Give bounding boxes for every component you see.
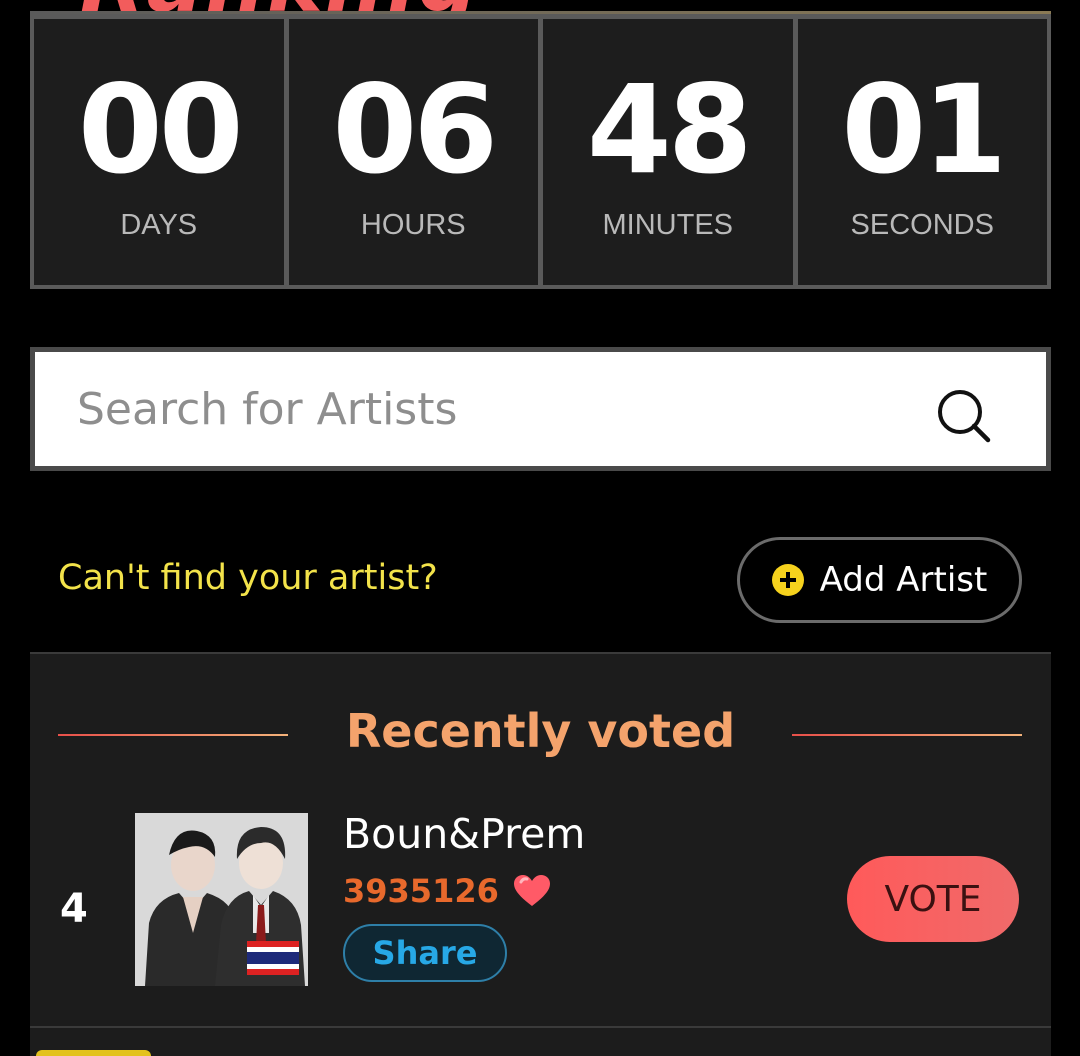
- share-button[interactable]: Share: [343, 924, 507, 982]
- days-value: 00: [77, 59, 244, 201]
- countdown-minutes: 48 MINUTES: [543, 19, 793, 285]
- vote-count-value: 3935126: [343, 872, 499, 910]
- thailand-flag-icon: [247, 941, 299, 975]
- countdown-seconds: 01 SECONDS: [797, 19, 1047, 285]
- vote-button[interactable]: VOTE: [847, 856, 1019, 942]
- minutes-label: MINUTES: [602, 209, 734, 241]
- artist-name: Boun&Prem: [343, 810, 586, 858]
- vote-count: 3935126: [343, 872, 551, 910]
- recently-voted-title: Recently voted: [345, 704, 736, 758]
- add-artist-button[interactable]: Add Artist: [737, 537, 1022, 623]
- search-input[interactable]: [35, 352, 1046, 466]
- plus-circle-icon: [771, 564, 804, 596]
- artist-rank: 4: [60, 886, 88, 932]
- seconds-label: SECONDS: [850, 209, 994, 241]
- recently-voted-panel: Recently voted 4 Boun&Prem 3935126 Share…: [30, 652, 1051, 1056]
- search-icon[interactable]: [934, 386, 994, 446]
- cant-find-artist-text: Can't find your artist?: [58, 558, 438, 598]
- hours-value: 06: [332, 59, 498, 201]
- countdown-days: 00 DAYS: [34, 19, 284, 285]
- next-entry-badge-cropped: [36, 1050, 151, 1056]
- countdown-timer: 00 DAYS 06 HOURS 48 MINUTES 01 SECONDS: [30, 14, 1051, 289]
- seconds-value: 01: [841, 59, 1007, 201]
- title-rule-right: [792, 734, 1022, 736]
- add-artist-label: Add Artist: [819, 560, 988, 600]
- countdown-hours: 06 HOURS: [288, 19, 538, 285]
- hours-label: HOURS: [360, 209, 466, 241]
- list-divider: [30, 1026, 1051, 1028]
- search-bar: [30, 347, 1051, 471]
- minutes-value: 48: [586, 59, 753, 201]
- heart-icon: [513, 875, 550, 906]
- days-label: DAYS: [120, 209, 198, 241]
